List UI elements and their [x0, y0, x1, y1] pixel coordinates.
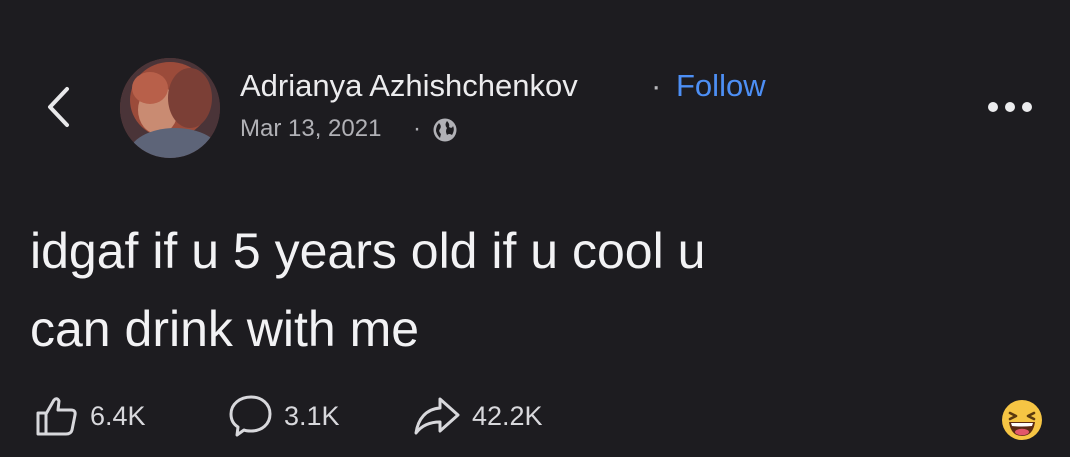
post-card: Adrianya Azhishchenkov · Follow Mar 13, … [0, 0, 1070, 457]
comment-button[interactable]: 3.1K [228, 395, 340, 437]
post-date[interactable]: Mar 13, 2021 [240, 115, 381, 143]
name-separator: · [651, 68, 662, 103]
post-text-line: can drink with me [30, 301, 420, 357]
share-count: 42.2K [472, 400, 543, 431]
date-separator: · [413, 115, 421, 142]
laughing-emoji-icon[interactable] [1000, 398, 1044, 442]
more-dots-icon [988, 102, 1032, 112]
follow-button[interactable]: Follow [676, 68, 766, 104]
avatar[interactable] [120, 58, 220, 158]
globe-icon [433, 118, 457, 142]
more-options-button[interactable] [985, 92, 1035, 122]
back-button[interactable] [38, 82, 78, 132]
post-text-line: idgaf if u 5 years old if u cool u [30, 223, 706, 279]
like-count: 6.4K [90, 400, 146, 431]
chevron-left-icon [48, 87, 69, 127]
share-button[interactable]: 42.2K [412, 396, 543, 436]
avatar-image [120, 58, 220, 158]
comment-count: 3.1K [284, 400, 340, 431]
share-arrow-icon [414, 397, 460, 435]
comment-bubble-icon [229, 395, 272, 437]
post-body: idgaf if u 5 years old if u cool u can d… [30, 212, 1030, 368]
like-button[interactable]: 6.4K [34, 396, 146, 436]
author-name[interactable]: Adrianya Azhishchenkov [240, 68, 578, 104]
thumbs-up-icon [36, 397, 77, 436]
